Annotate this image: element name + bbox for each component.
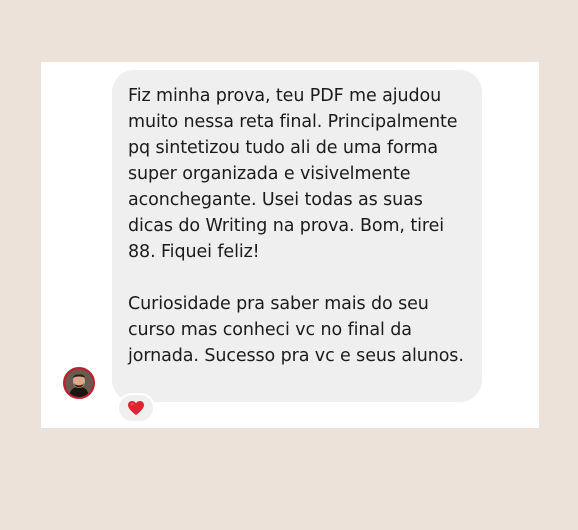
user-avatar-icon bbox=[65, 369, 93, 397]
message-paragraph-2: Curiosidade pra saber mais do seu curso … bbox=[128, 294, 464, 366]
message-bubble[interactable]: Fiz minha prova, teu PDF me ajudou muito… bbox=[112, 70, 482, 402]
message-paragraph-1: Fiz minha prova, teu PDF me ajudou muito… bbox=[128, 86, 458, 262]
avatar[interactable] bbox=[63, 367, 95, 399]
heart-icon bbox=[128, 401, 144, 415]
heart-reaction[interactable] bbox=[117, 393, 155, 423]
